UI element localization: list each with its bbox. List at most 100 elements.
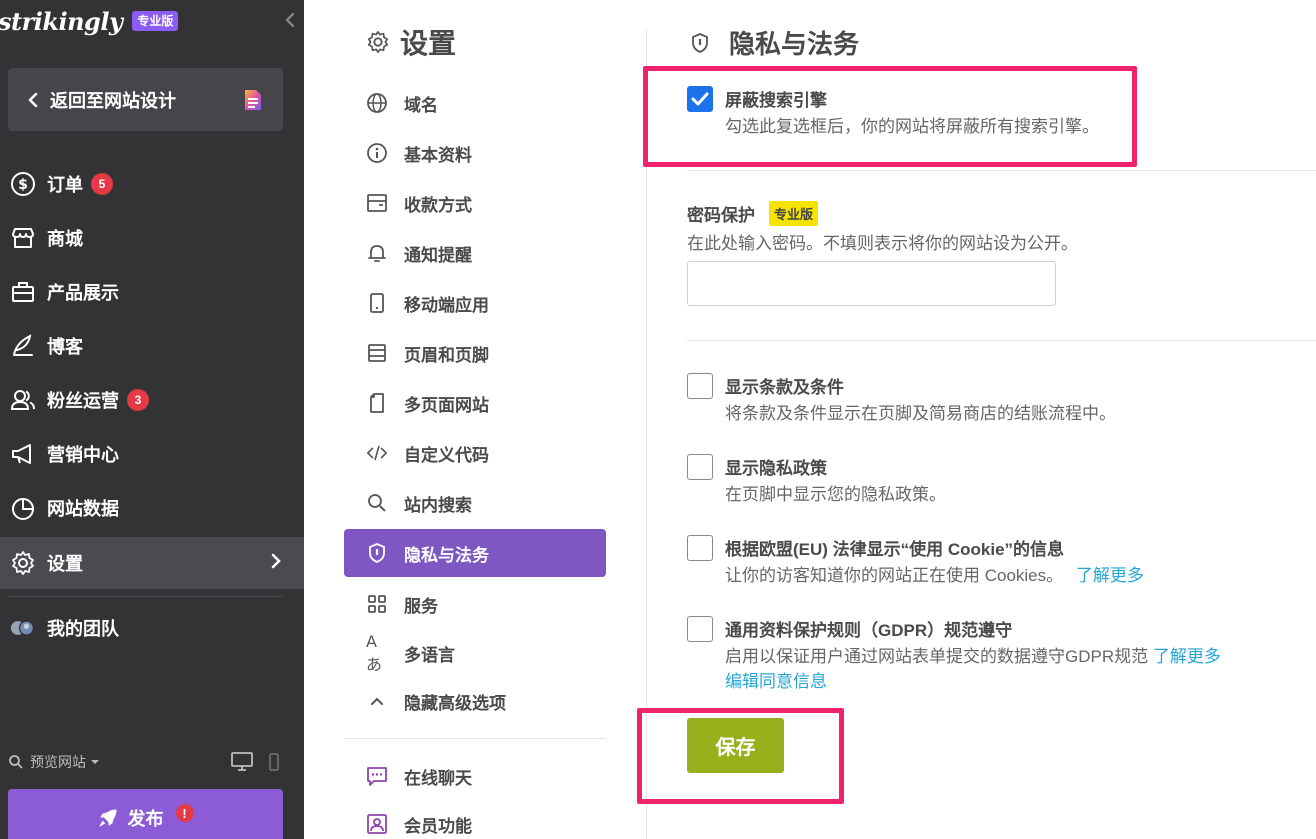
gdpr-learn-more-link[interactable]: 了解更多 <box>1153 647 1221 666</box>
sidebar-item-label: 网站数据 <box>47 499 119 519</box>
sidebar-item-analytics[interactable]: 网站数据 <box>0 484 304 532</box>
back-button-label: 返回至网站设计 <box>50 90 176 111</box>
page-title: 隐私与法务 <box>689 24 859 61</box>
caret-down-icon <box>91 760 99 764</box>
menu-item-domain[interactable]: 域名 <box>344 79 606 127</box>
privacy-policy-desc: 在页脚中显示您的隐私政策。 <box>725 485 946 504</box>
sidebar-item-marketing[interactable]: 营销中心 <box>0 430 304 478</box>
sidebar-item-label: 粉丝运营 <box>47 391 119 411</box>
menu-item-label: 在线聊天 <box>404 768 472 788</box>
megaphone-icon <box>10 441 36 467</box>
menu-item-privacy[interactable]: 隐私与法务 <box>344 529 606 577</box>
menu-item-label: 多页面网站 <box>404 395 489 415</box>
menu-item-live-chat[interactable]: 在线聊天 <box>344 752 606 800</box>
chevron-right-icon <box>271 553 281 569</box>
password-input[interactable] <box>687 261 1056 306</box>
menu-item-advanced[interactable]: 隐藏高级选项 <box>344 677 606 725</box>
menu-item-label: 服务 <box>404 596 438 616</box>
menu-item-label: 隐藏高级选项 <box>404 693 506 713</box>
users-icon <box>10 387 36 413</box>
section-divider <box>687 340 1316 341</box>
publish-button[interactable]: 发布 ! <box>8 789 283 839</box>
bell-icon <box>366 242 388 264</box>
section-divider <box>687 170 1316 171</box>
cookie-learn-more-link[interactable]: 了解更多 <box>1076 566 1144 585</box>
sidebar-item-label: 产品展示 <box>47 283 119 303</box>
member-icon <box>366 813 388 835</box>
menu-item-header-footer[interactable]: 页眉和页脚 <box>344 329 606 377</box>
gdpr-checkbox[interactable] <box>687 616 713 642</box>
search-icon <box>9 755 23 769</box>
brand-logo: strikingly <box>0 6 123 36</box>
sidebar-item-settings[interactable]: 设置 <box>0 537 304 589</box>
privacy-legal-panel: 隐私与法务 屏蔽搜索引擎 勾选此复选框后，你的网站将屏蔽所有搜索引擎。 密码保护… <box>637 0 1316 839</box>
wallet-icon <box>366 192 388 214</box>
collapse-sidebar-icon[interactable] <box>280 10 300 30</box>
rocket-icon <box>99 809 116 827</box>
gdpr-desc-row: 启用以保证用户通过网站表单提交的数据遵守GDPR规范 了解更多 <box>725 642 1221 667</box>
sidebar-item-team[interactable]: 我的团队 <box>0 604 304 652</box>
block-search-desc: 勾选此复选框后，你的网站将屏蔽所有搜索引擎。 <box>725 117 1099 136</box>
publish-warning-badge: ! <box>175 804 194 822</box>
menu-item-payment[interactable]: 收款方式 <box>344 179 606 227</box>
save-button[interactable]: 保存 <box>687 718 784 773</box>
menu-item-membership[interactable]: 会员功能 <box>344 800 606 839</box>
menu-item-label: 隐私与法务 <box>404 545 489 565</box>
menu-item-multilang[interactable]: Aあ 多语言 <box>344 629 606 677</box>
menu-item-site-search[interactable]: 站内搜索 <box>344 479 606 527</box>
menu-divider <box>344 738 606 739</box>
menu-item-label: 域名 <box>404 95 438 115</box>
chevron-up-icon <box>366 690 388 712</box>
password-title-row: 密码保护 专业版 <box>687 201 819 226</box>
desktop-icon[interactable] <box>231 752 253 772</box>
sidebar-item-blog[interactable]: 博客 <box>0 322 304 370</box>
cookie-desc: 让你的访客知道你的网站正在使用 Cookies。 <box>725 566 1064 585</box>
gdpr-title: 通用资料保护规则（GDPR）规范遵守 <box>725 621 1013 640</box>
sidebar-item-orders[interactable]: $ 订单 5 <box>0 160 304 208</box>
avatars-icon <box>10 615 36 641</box>
block-search-title: 屏蔽搜索引擎 <box>725 91 827 110</box>
mobile-preview-icon[interactable] <box>269 753 279 771</box>
terms-checkbox[interactable] <box>687 373 713 399</box>
password-desc: 在此处输入密码。不填则表示将你的网站设为公开。 <box>687 234 1078 253</box>
layout-icon <box>366 342 388 364</box>
pages-icon <box>366 392 388 414</box>
privacy-policy-title: 显示隐私政策 <box>725 459 827 478</box>
cookie-checkbox[interactable] <box>687 535 713 561</box>
orders-count-badge: 5 <box>91 173 113 195</box>
sidebar-item-label: 博客 <box>47 337 83 357</box>
sidebar-item-label: 设置 <box>47 554 83 574</box>
brand[interactable]: strikingly 专业版 <box>0 4 179 38</box>
sidebar-item-fans[interactable]: 粉丝运营 3 <box>0 376 304 424</box>
briefcase-icon <box>10 279 36 305</box>
terms-desc: 将条款及条件显示在页脚及简易商店的结账流程中。 <box>725 404 1116 423</box>
sidebar-item-products[interactable]: 产品展示 <box>0 268 304 316</box>
grid-icon <box>366 593 388 615</box>
document-icon <box>245 90 261 110</box>
menu-item-label: 多语言 <box>404 645 455 665</box>
settings-header: 设置 <box>366 22 456 62</box>
menu-item-multipage[interactable]: 多页面网站 <box>344 379 606 427</box>
sidebar-item-store[interactable]: 商城 <box>0 214 304 262</box>
block-search-checkbox[interactable] <box>687 86 713 112</box>
back-to-design-button[interactable]: 返回至网站设计 <box>8 68 283 131</box>
menu-item-label: 会员功能 <box>404 816 472 836</box>
left-sidebar: strikingly 专业版 返回至网站设计 $ 订单 5 商城 产品展示 博客… <box>0 0 304 839</box>
fans-count-badge: 3 <box>127 389 149 411</box>
sidebar-divider <box>8 596 283 597</box>
menu-item-custom-code[interactable]: 自定义代码 <box>344 429 606 477</box>
preview-site-row[interactable]: 预览网站 <box>8 750 283 774</box>
menu-item-notifications[interactable]: 通知提醒 <box>344 229 606 277</box>
settings-menu: 设置 域名 基本资料 收款方式 通知提醒 移动端应用 页眉和页脚 多页面网站 自… <box>304 0 648 839</box>
privacy-policy-checkbox[interactable] <box>687 454 713 480</box>
menu-item-services[interactable]: 服务 <box>344 580 606 628</box>
terms-title: 显示条款及条件 <box>725 378 844 397</box>
pro-badge: 专业版 <box>132 11 179 31</box>
menu-item-basic-info[interactable]: 基本资料 <box>344 129 606 177</box>
gdpr-edit-consent-link[interactable]: 编辑同意信息 <box>725 667 827 692</box>
menu-item-label: 通知提醒 <box>404 245 472 265</box>
quill-icon <box>10 333 36 359</box>
menu-item-mobile-app[interactable]: 移动端应用 <box>344 279 606 327</box>
sidebar-item-label: 订单 <box>47 175 83 195</box>
shield-icon <box>692 32 708 53</box>
